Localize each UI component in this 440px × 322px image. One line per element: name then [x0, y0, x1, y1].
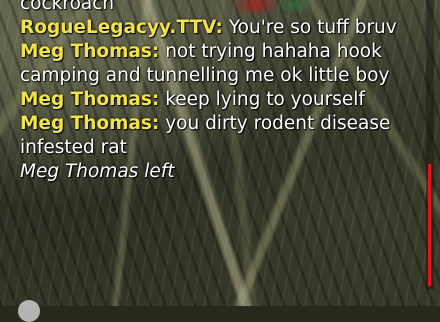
chat-message: Meg Thomas: you dirty rodent disease inf… [20, 112, 415, 160]
chat-author: Meg Thomas: [20, 89, 160, 110]
chat-scrollbar-thumb[interactable] [428, 164, 431, 286]
chat-message-list: cockroach RogueLegacyy.TTV: You're so tu… [20, 0, 415, 184]
circle-icon [18, 300, 40, 322]
chat-system-message: Meg Thomas left [20, 160, 415, 184]
chat-text: cockroach [20, 0, 115, 14]
chat-message: Meg Thomas: keep lying to yourself [20, 88, 415, 112]
chat-system-text: Meg Thomas left [20, 161, 175, 182]
chat-text: You're so tuff bruv [222, 17, 397, 38]
chat-panel[interactable]: cockroach RogueLegacyy.TTV: You're so tu… [20, 0, 415, 306]
chat-author: Meg Thomas: [20, 41, 160, 62]
chat-text: keep lying to yourself [159, 89, 365, 110]
chat-message: cockroach [20, 0, 415, 16]
chat-author: Meg Thomas: [20, 113, 160, 134]
chat-message: Meg Thomas: not trying hahaha hook campi… [20, 40, 415, 88]
chat-author: RogueLegacyy.TTV: [20, 17, 223, 38]
chat-message: RogueLegacyy.TTV: You're so tuff bruv [20, 16, 415, 40]
